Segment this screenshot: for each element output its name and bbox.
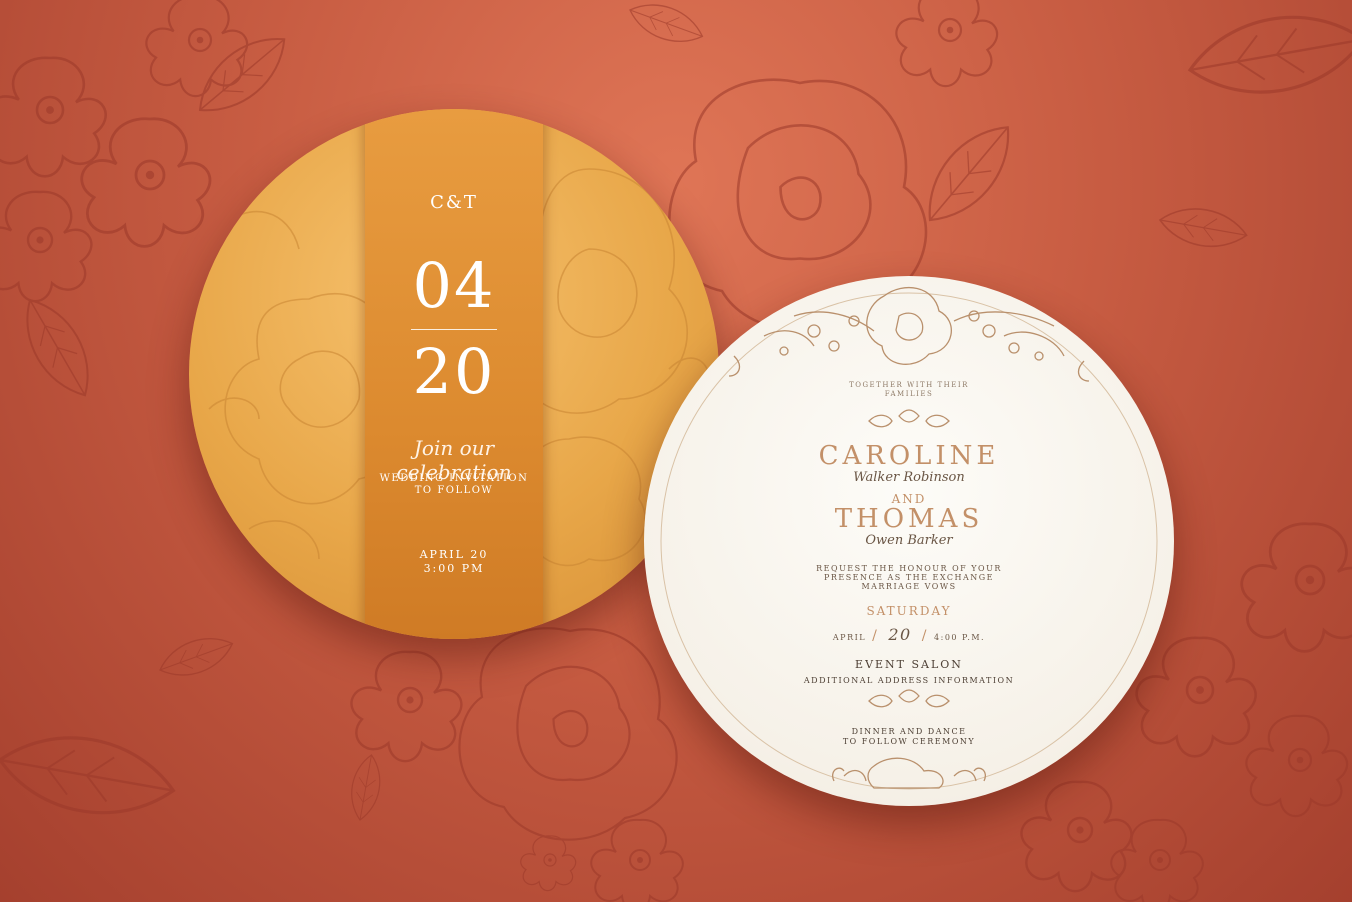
date-separator: / — [921, 628, 928, 644]
date-separator: / — [872, 628, 879, 644]
groom-name: THOMAS — [834, 504, 984, 534]
monogram: C&T — [430, 192, 478, 213]
invitation-note-line1: WEDDING INVITATION — [379, 473, 529, 484]
date-day: 20 — [888, 625, 912, 644]
gold-invitation-card: C&T 04 20 Join our celebration WEDDING I… — [189, 109, 719, 639]
weekday: SATURDAY — [866, 604, 952, 618]
date-divider — [411, 329, 497, 330]
venue-address: ADDITIONAL ADDRESS INFORMATION — [803, 676, 1015, 685]
event-date: APRIL 20 — [419, 548, 489, 561]
intro-line2: FAMILIES — [884, 390, 934, 398]
date-month: APRIL — [832, 633, 867, 642]
reception-line2: TO FOLLOW CEREMONY — [842, 737, 976, 746]
request-line3: MARRIAGE VOWS — [861, 582, 957, 591]
date-month-number: 04 — [412, 249, 496, 322]
date-time: 4:00 P.M. — [934, 633, 986, 642]
date-line: APRIL / 20 / 4:00 P.M. — [644, 625, 1174, 644]
invitation-note-line2: TO FOLLOW — [414, 485, 494, 496]
bride-name: CAROLINE — [818, 441, 1000, 471]
intro-line1: TOGETHER WITH THEIR — [849, 381, 969, 389]
date-day-number: 20 — [412, 335, 496, 408]
venue-name: EVENT SALON — [855, 658, 963, 671]
reception-line1: DINNER AND DANCE — [851, 727, 967, 736]
event-time: 3:00 PM — [423, 562, 485, 575]
groom-surname: Owen Barker — [865, 533, 953, 548]
gold-center-band: C&T 04 20 Join our celebration WEDDING I… — [365, 109, 543, 639]
white-invitation-card: TOGETHER WITH THEIR FAMILIES CAROLINE Wa… — [644, 276, 1174, 806]
bride-surname: Walker Robinson — [853, 470, 965, 485]
